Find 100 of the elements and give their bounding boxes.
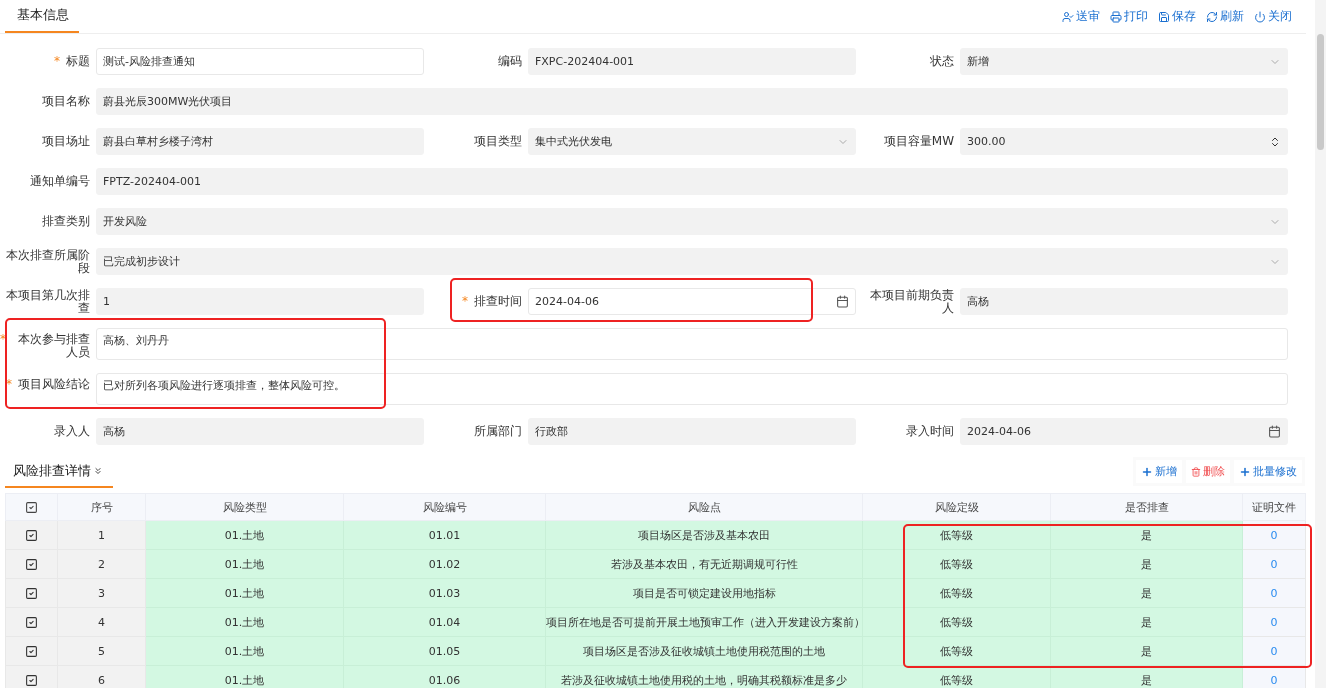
refresh-button[interactable]: 刷新 [1206, 8, 1244, 25]
table-cell: 4 [57, 607, 146, 637]
checked-checkbox-icon[interactable] [25, 528, 38, 542]
column-header: 风险类型 [145, 493, 344, 521]
table-cell: 是 [1050, 636, 1243, 666]
field-label: 项目风险结论 [18, 378, 90, 391]
required-mark: * [6, 378, 12, 391]
input-field[interactable]: 测试-风险排查通知 [96, 48, 424, 75]
table-cell: 若涉及征收城镇土地使用税的土地，明确其税额标准是多少 [545, 665, 863, 688]
text-area[interactable]: 高杨、刘丹丹 [96, 328, 1288, 360]
input-field[interactable]: 蔚县白草村乡楼子湾村 [96, 128, 424, 155]
field-label: 项目容量MW [883, 135, 954, 148]
table-cell: 2 [57, 549, 146, 579]
table-cell: 01.03 [343, 578, 546, 608]
input-field[interactable]: 蔚县光辰300MW光伏项目 [96, 88, 1288, 115]
checked-checkbox-icon[interactable] [25, 500, 38, 514]
field-label: 本项目第几次排查 [5, 288, 90, 315]
select-field[interactable]: 集中式光伏发电 [528, 128, 856, 155]
table-cell: 是 [1050, 607, 1243, 637]
table-cell: 1 [57, 520, 146, 550]
input-field[interactable]: 1 [96, 288, 424, 315]
checked-checkbox-icon[interactable] [25, 673, 38, 687]
date-field[interactable]: 2024-04-06 [960, 418, 1288, 445]
field-label: 本项目前期负责人 [869, 288, 954, 315]
checked-checkbox-icon[interactable] [25, 557, 38, 571]
input-field[interactable]: FXPC-202404-001 [528, 48, 856, 75]
table-cell: 01.土地 [145, 549, 344, 579]
table-cell: 低等级 [862, 636, 1051, 666]
table-cell: 项目所在地是否可提前开展土地预审工作（进入开发建设方案前） [545, 607, 863, 637]
column-header: 风险点 [545, 493, 863, 521]
field-label: 录入时间 [906, 425, 954, 438]
table-cell: 项目是否可锁定建设用地指标 [545, 578, 863, 608]
table-cell: 3 [57, 578, 146, 608]
scrollbar[interactable] [1315, 0, 1326, 688]
table-cell: 若涉及基本农田，有无近期调规可行性 [545, 549, 863, 579]
text-area[interactable]: 已对所列各项风险进行逐项排查，整体风险可控。 [96, 373, 1288, 405]
section-tab[interactable]: 基本信息 [5, 6, 79, 33]
scrollbar-thumb[interactable] [1317, 34, 1324, 150]
field-label: 录入人 [54, 425, 90, 438]
close-button[interactable]: 关闭 [1254, 8, 1292, 25]
spinner-icon [1269, 135, 1281, 148]
section-tab[interactable]: 风险排查详情 [5, 462, 113, 488]
table-cell: 项目场区是否涉及征收城镇土地使用税范围的土地 [545, 636, 863, 666]
save-button[interactable]: 保存 [1158, 8, 1196, 25]
trash-icon [1191, 466, 1201, 477]
column-header: 证明文件 [1242, 493, 1306, 521]
refresh-icon [1206, 10, 1218, 23]
checked-checkbox-icon[interactable] [25, 615, 38, 629]
power-icon [1254, 10, 1266, 23]
add-button[interactable]: 新增 [1136, 460, 1182, 483]
checked-checkbox-icon[interactable] [25, 586, 38, 600]
field-label: 标题 [66, 55, 90, 68]
add-button[interactable]: 批量修改 [1234, 460, 1302, 483]
user-icon [1062, 10, 1074, 23]
plus-icon [1141, 465, 1153, 478]
field-label: 项目类型 [474, 135, 522, 148]
delete-button[interactable]: 删除 [1186, 460, 1230, 483]
input-field[interactable]: 高杨 [960, 288, 1288, 315]
field-label: 本次参与排查人员 [17, 333, 90, 359]
select-field[interactable]: 新增 [960, 48, 1288, 75]
field-label: 所属部门 [474, 425, 522, 438]
double-chevron-icon [93, 466, 103, 476]
table-cell: 01.06 [343, 665, 546, 688]
calendar-icon [1268, 425, 1281, 438]
table-cell: 01.05 [343, 636, 546, 666]
required-mark: * [462, 295, 468, 308]
table-cell: 01.04 [343, 607, 546, 637]
table-cell: 01.土地 [145, 636, 344, 666]
table-cell: 是 [1050, 549, 1243, 579]
field-label: 排查时间 [474, 295, 522, 308]
table-cell: 低等级 [862, 607, 1051, 637]
table-cell: 01.土地 [145, 607, 344, 637]
table-cell: 是 [1050, 578, 1243, 608]
print-button[interactable]: 打印 [1110, 8, 1148, 25]
table-cell: 项目场区是否涉及基本农田 [545, 520, 863, 550]
input-field[interactable]: 高杨 [96, 418, 424, 445]
field-label: 状态 [930, 55, 954, 68]
submit-button[interactable]: 送审 [1062, 8, 1100, 25]
required-mark: * [54, 55, 60, 68]
table-cell: 低等级 [862, 578, 1051, 608]
checked-checkbox-icon[interactable] [25, 644, 38, 658]
field-label: 排查类别 [42, 215, 90, 228]
column-header: 是否排查 [1050, 493, 1243, 521]
field-label: 编码 [498, 55, 522, 68]
input-field[interactable]: 行政部 [528, 418, 856, 445]
table-cell: 低等级 [862, 549, 1051, 579]
select-field[interactable]: 开发风险 [96, 208, 1288, 235]
input-field[interactable]: FPTZ-202404-001 [96, 168, 1288, 195]
field-label: 通知单编号 [30, 175, 90, 188]
select-field[interactable]: 已完成初步设计 [96, 248, 1288, 275]
column-header: 风险编号 [343, 493, 546, 521]
date-field[interactable]: 2024-04-06 [528, 288, 856, 315]
table-cell: 01.土地 [145, 665, 344, 688]
field-label: 项目场址 [42, 135, 90, 148]
plus-icon [1239, 465, 1251, 478]
number-field[interactable]: 300.00 [960, 128, 1288, 155]
printer-icon [1110, 10, 1122, 23]
table-cell: 01.01 [343, 520, 546, 550]
save-icon [1158, 10, 1170, 23]
table-cell: 01.02 [343, 549, 546, 579]
